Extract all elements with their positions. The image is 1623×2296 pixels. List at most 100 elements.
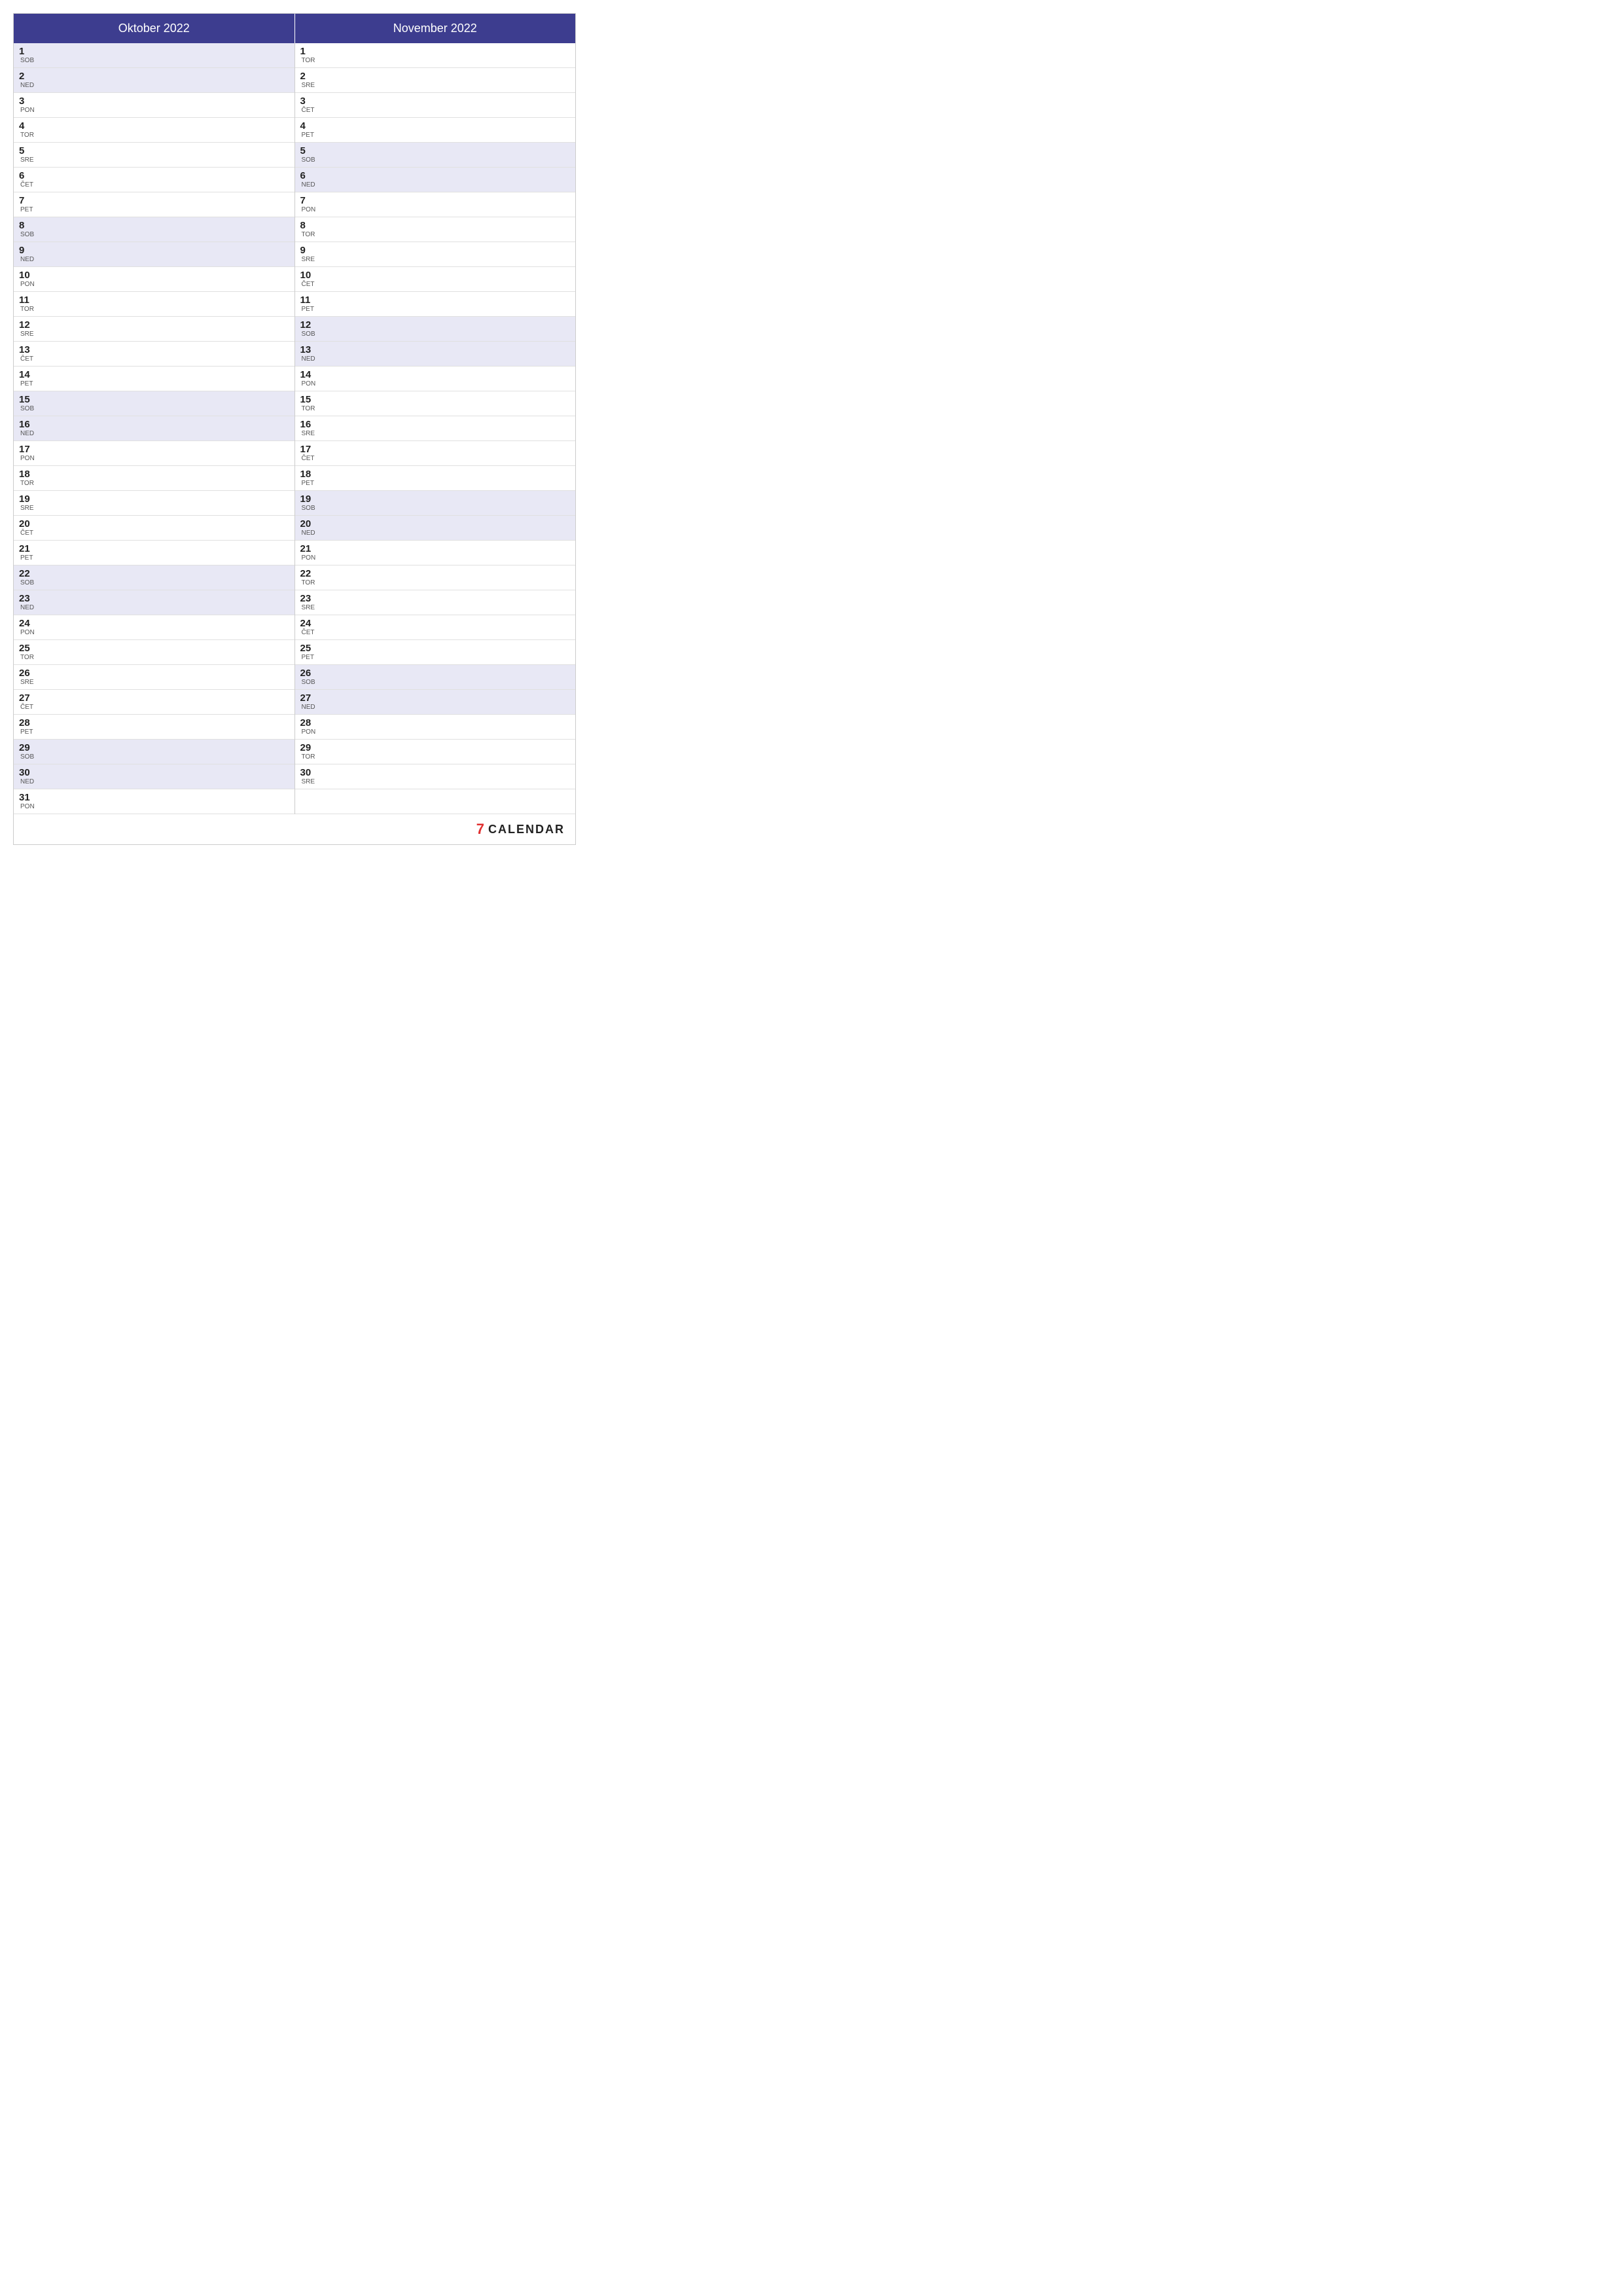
day-name: SOB xyxy=(302,157,319,164)
day-info: 11 PET xyxy=(300,295,319,313)
day-info: 20 NED xyxy=(300,519,319,537)
day-number: 14 xyxy=(19,370,37,381)
day-name: TOR xyxy=(302,580,319,586)
day-name: NED xyxy=(302,530,319,537)
day-row: 7 PET xyxy=(14,192,294,217)
day-row: 19 SRE xyxy=(14,491,294,516)
november-col: 1 TOR 2 SRE 3 ČET 4 PET 5 SOB 6 NED 7 PO… xyxy=(295,43,576,814)
day-info: 28 PON xyxy=(300,718,319,736)
day-number: 30 xyxy=(19,768,37,779)
day-name: ČET xyxy=(20,704,37,711)
day-name: PON xyxy=(302,729,319,736)
day-number: 27 xyxy=(300,693,319,704)
day-row: 24 ČET xyxy=(295,615,576,640)
day-info: 27 NED xyxy=(300,693,319,711)
day-name: ČET xyxy=(20,182,37,188)
day-info: 17 ČET xyxy=(300,444,319,462)
day-row: 10 ČET xyxy=(295,267,576,292)
day-name: TOR xyxy=(302,58,319,64)
day-name: PON xyxy=(20,804,37,810)
day-info: 18 TOR xyxy=(19,469,37,487)
day-name: PET xyxy=(302,655,319,661)
day-name: SOB xyxy=(20,406,37,412)
day-info: 9 NED xyxy=(19,245,37,263)
day-number: 10 xyxy=(300,270,319,281)
day-number: 28 xyxy=(19,718,37,729)
day-info: 21 PON xyxy=(300,544,319,562)
day-name: SOB xyxy=(20,58,37,64)
day-number: 22 xyxy=(300,569,319,580)
day-info: 2 SRE xyxy=(300,71,319,89)
day-name: ČET xyxy=(20,530,37,537)
day-name: NED xyxy=(302,182,319,188)
day-info: 30 NED xyxy=(19,768,37,785)
day-info: 26 SOB xyxy=(300,668,319,686)
day-number: 3 xyxy=(19,96,37,107)
day-number: 5 xyxy=(300,146,319,157)
day-row: 24 PON xyxy=(14,615,294,640)
day-name: PON xyxy=(20,281,37,288)
day-info: 26 SRE xyxy=(19,668,37,686)
day-number: 4 xyxy=(300,121,319,132)
day-info: 28 PET xyxy=(19,718,37,736)
day-number: 26 xyxy=(300,668,319,679)
day-name: SRE xyxy=(20,679,37,686)
day-info: 3 ČET xyxy=(300,96,319,114)
day-row: 8 SOB xyxy=(14,217,294,242)
day-row: 11 TOR xyxy=(14,292,294,317)
logo-area: 7 CALENDAR xyxy=(476,821,565,838)
day-name: TOR xyxy=(302,754,319,761)
day-name: ČET xyxy=(302,281,319,288)
day-number: 14 xyxy=(300,370,319,381)
day-name: PON xyxy=(20,630,37,636)
day-info: 20 ČET xyxy=(19,519,37,537)
day-name: NED xyxy=(20,779,37,785)
day-name: SOB xyxy=(302,679,319,686)
day-name: ČET xyxy=(302,630,319,636)
day-info: 27 ČET xyxy=(19,693,37,711)
day-info: 6 NED xyxy=(300,171,319,188)
day-number: 25 xyxy=(300,643,319,655)
day-number: 3 xyxy=(300,96,319,107)
day-info: 29 SOB xyxy=(19,743,37,761)
day-number: 26 xyxy=(19,668,37,679)
day-info: 13 NED xyxy=(300,345,319,363)
day-row: 17 PON xyxy=(14,441,294,466)
day-info: 16 SRE xyxy=(300,420,319,437)
day-info: 1 TOR xyxy=(300,46,319,64)
calendar-container: Oktober 2022 November 2022 1 SOB 2 NED 3… xyxy=(13,13,576,845)
day-info: 8 SOB xyxy=(19,221,37,238)
oktober-header: Oktober 2022 xyxy=(14,14,295,43)
day-info: 29 TOR xyxy=(300,743,319,761)
day-row: 22 SOB xyxy=(14,565,294,590)
day-info: 4 PET xyxy=(300,121,319,139)
day-info: 22 TOR xyxy=(300,569,319,586)
day-number: 15 xyxy=(19,395,37,406)
day-row: 12 SOB xyxy=(295,317,576,342)
day-row: 1 TOR xyxy=(295,43,576,68)
day-row: 8 TOR xyxy=(295,217,576,242)
day-number: 25 xyxy=(19,643,37,655)
day-name: SRE xyxy=(302,431,319,437)
day-name: SRE xyxy=(302,82,319,89)
day-row: 18 TOR xyxy=(14,466,294,491)
day-info: 8 TOR xyxy=(300,221,319,238)
day-row: 16 SRE xyxy=(295,416,576,441)
day-info: 9 SRE xyxy=(300,245,319,263)
day-row: 25 PET xyxy=(295,640,576,665)
day-info: 23 SRE xyxy=(300,594,319,611)
day-name: ČET xyxy=(302,456,319,462)
day-info: 23 NED xyxy=(19,594,37,611)
day-number: 16 xyxy=(19,420,37,431)
day-info: 22 SOB xyxy=(19,569,37,586)
day-info: 15 TOR xyxy=(300,395,319,412)
day-info: 30 SRE xyxy=(300,768,319,785)
day-info: 15 SOB xyxy=(19,395,37,412)
day-row: 12 SRE xyxy=(14,317,294,342)
day-number: 7 xyxy=(300,196,319,207)
day-name: NED xyxy=(302,704,319,711)
day-name: PON xyxy=(302,381,319,387)
day-row: 2 SRE xyxy=(295,68,576,93)
day-info: 11 TOR xyxy=(19,295,37,313)
day-row: 9 SRE xyxy=(295,242,576,267)
